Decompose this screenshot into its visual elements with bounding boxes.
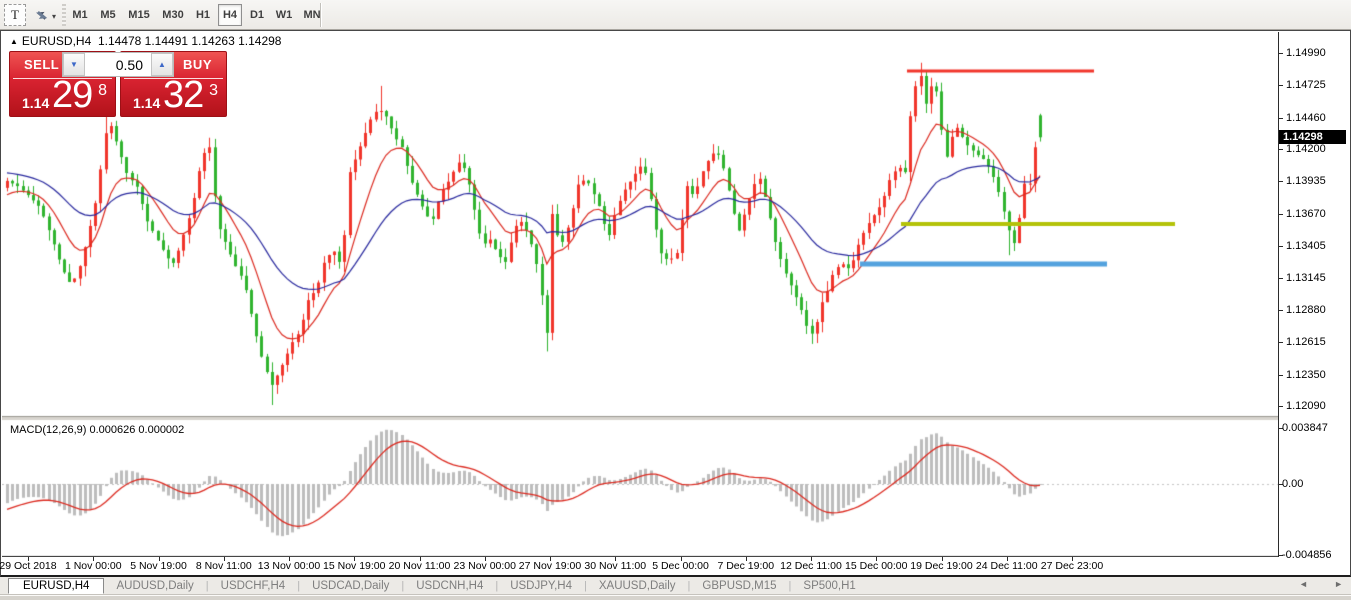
chart-title: ▲ EURUSD,H4 1.14478 1.14491 1.14263 1.142… [10, 34, 281, 48]
arrange-arrows-icon[interactable] [32, 5, 52, 25]
price-axis-tick [1278, 53, 1283, 54]
price-axis-label: 1.14725 [1286, 79, 1326, 91]
time-axis-label: 27 Dec 23:00 [1041, 560, 1103, 572]
time-axis-label: 15 Dec 00:00 [845, 560, 907, 572]
toolbar-grip[interactable] [62, 4, 66, 26]
time-axis[interactable]: 29 Oct 2018 1 Nov 00:00 5 Nov 19:00 8 Nov 1… [1, 558, 1278, 575]
tab-xauusd-daily[interactable]: XAUUSD,Daily [587, 579, 688, 593]
sell-price-pipette: 8 [98, 82, 107, 100]
price-axis-tick [1278, 246, 1283, 247]
timeframe-button-h4[interactable]: H4 [218, 4, 242, 26]
volume-control: ▼ ▲ [62, 52, 174, 77]
macd-axis-label: -0.004856 [1282, 549, 1332, 561]
price-axis-tick [1278, 342, 1283, 343]
volume-decrease-button[interactable]: ▼ [63, 53, 85, 76]
tab-usdjpy-h4[interactable]: USDJPY,H4 [498, 579, 584, 593]
time-axis-label: 1 Nov 00:00 [65, 560, 122, 572]
time-axis-label: 27 Nov 19:00 [519, 560, 581, 572]
price-axis-tick [1278, 278, 1283, 279]
buy-price-pips: 32 [163, 74, 203, 117]
tab-scroll-right-icon[interactable]: ► [1334, 579, 1343, 589]
buy-button-label: BUY [183, 57, 212, 72]
tab-usdchf-h4[interactable]: USDCHF,H4 [209, 579, 298, 593]
time-axis-label: 29 Oct 2018 [0, 560, 57, 572]
sell-button-label: SELL [24, 57, 59, 72]
time-axis-label: 30 Nov 11:00 [584, 560, 646, 572]
sell-price-prefix: 1.14 [22, 95, 49, 111]
tab-usdcad-daily[interactable]: USDCAD,Daily [300, 579, 401, 593]
one-click-trade-panel: SELL 1.14 29 8 BUY 1.14 32 3 ▼ ▲ [9, 51, 227, 117]
current-price-tag: 1.14298 [1279, 130, 1346, 144]
chart-tabs-bar: EURUSD,H4AUDUSD,Daily|USDCHF,H4|USDCAD,D… [0, 577, 1351, 595]
volume-input[interactable] [85, 53, 151, 76]
price-axis-line [1278, 32, 1279, 557]
price-axis-tick [1278, 181, 1283, 182]
sell-price: 1.14 29 8 [10, 79, 115, 118]
chart-ohlc-values: 1.14478 1.14491 1.14263 1.14298 [98, 34, 282, 48]
time-axis-label: 24 Dec 11:00 [976, 560, 1038, 572]
price-axis-label: 1.13935 [1286, 175, 1326, 187]
buy-price-pipette: 3 [209, 82, 218, 100]
sell-price-pips: 29 [52, 74, 92, 117]
price-axis-tick [1278, 310, 1283, 311]
price-axis-tick [1278, 406, 1283, 407]
tab-audusd-daily[interactable]: AUDUSD,Daily [104, 579, 205, 593]
tab-eurusd-h4[interactable]: EURUSD,H4 [8, 578, 104, 594]
dropdown-caret-icon[interactable]: ▾ [52, 12, 56, 21]
price-axis-tick [1278, 118, 1283, 119]
time-axis-label: 20 Nov 11:00 [389, 560, 451, 572]
price-axis-tick [1278, 214, 1283, 215]
price-axis-label: 1.14990 [1286, 47, 1326, 59]
price-axis-tick [1278, 375, 1283, 376]
tab-sp500-h1[interactable]: SP500,H1 [791, 579, 867, 593]
price-axis-tick [1278, 149, 1283, 150]
time-axis-label: 19 Dec 19:00 [910, 560, 972, 572]
macd-indicator-label: MACD(12,26,9) 0.000626 0.000002 [10, 424, 184, 436]
tab-scroll-arrows: ◄ ► [1299, 579, 1343, 589]
time-axis-label: 13 Nov 00:00 [258, 560, 320, 572]
tab-gbpusd-m15[interactable]: GBPUSD,M15 [690, 579, 788, 593]
tab-scroll-left-icon[interactable]: ◄ [1299, 579, 1308, 589]
status-bar [0, 595, 1351, 600]
timeframe-button-w1[interactable]: W1 [272, 4, 296, 26]
timeframe-button-m1[interactable]: M1 [68, 4, 92, 26]
time-axis-label: 5 Nov 19:00 [130, 560, 187, 572]
buy-price: 1.14 32 3 [121, 79, 226, 118]
time-axis-label: 8 Nov 11:00 [196, 560, 252, 572]
collapse-panel-icon[interactable]: ▲ [10, 37, 18, 46]
chart-symbol-period: EURUSD,H4 [22, 34, 91, 48]
price-axis-label: 1.13670 [1286, 208, 1326, 220]
price-axis-label: 1.14200 [1286, 143, 1326, 155]
macd-axis-label: 0.00 [1282, 478, 1303, 490]
time-axis-label: 5 Dec 00:00 [652, 560, 709, 572]
timeframe-button-m5[interactable]: M5 [96, 4, 120, 26]
price-axis-label: 1.12350 [1286, 369, 1326, 381]
timeframe-button-h1[interactable]: H1 [192, 4, 214, 26]
price-axis-label: 1.12090 [1286, 400, 1326, 412]
timeframe-button-d1[interactable]: D1 [246, 4, 268, 26]
text-tool-icon[interactable]: T [4, 4, 26, 26]
top-toolbar: T ▾ M1M5M15M30H1H4D1W1MN [0, 0, 1351, 30]
pane-separator[interactable] [2, 416, 1277, 421]
time-axis-label: 7 Dec 19:00 [717, 560, 774, 572]
price-axis-label: 1.12615 [1286, 336, 1326, 348]
macd-axis-label: 0.003847 [1282, 422, 1328, 434]
volume-increase-button[interactable]: ▲ [151, 53, 173, 76]
tab-usdcnh-h4[interactable]: USDCNH,H4 [404, 579, 495, 593]
chart-window: ▲ EURUSD,H4 1.14478 1.14491 1.14263 1.142… [0, 30, 1351, 577]
price-axis-label: 1.13405 [1286, 240, 1326, 252]
time-axis-label: 12 Dec 11:00 [780, 560, 842, 572]
price-axis-label: 1.12880 [1286, 304, 1326, 316]
time-axis-label: 15 Nov 19:00 [323, 560, 385, 572]
price-axis-label: 1.14460 [1286, 112, 1326, 124]
timeframe-button-m15[interactable]: M15 [124, 4, 154, 26]
price-axis-tick [1278, 85, 1283, 86]
buy-price-prefix: 1.14 [133, 95, 160, 111]
timeframe-button-m30[interactable]: M30 [158, 4, 188, 26]
toolbar-separator [320, 3, 322, 27]
price-axis-label: 1.13145 [1286, 272, 1326, 284]
time-axis-label: 23 Nov 00:00 [454, 560, 516, 572]
